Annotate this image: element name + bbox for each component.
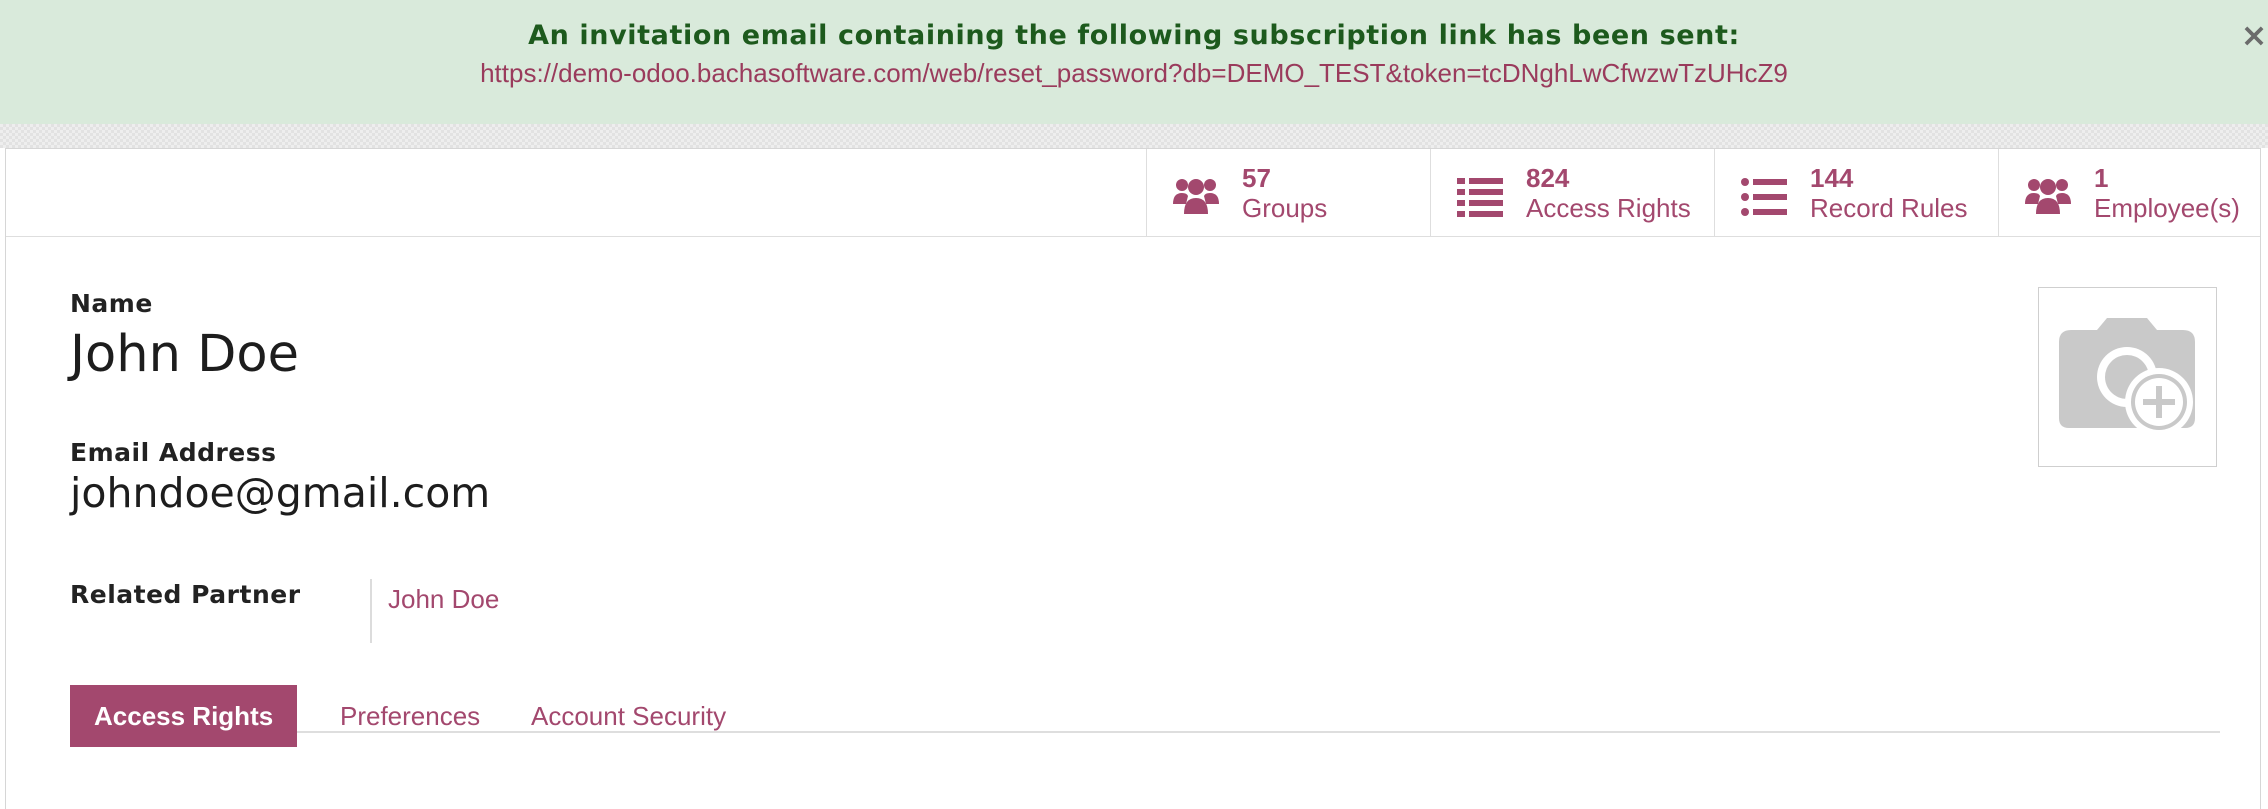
groups-label: Groups <box>1242 193 1328 223</box>
access-rights-label: Access Rights <box>1526 193 1691 223</box>
tab-preferences[interactable]: Preferences <box>340 685 480 747</box>
list-icon <box>1741 178 1787 216</box>
record-rules-button[interactable]: 144 Record Rules <box>1714 149 1999 236</box>
record-rules-count: 144 <box>1810 163 1854 193</box>
name-label: Name <box>70 289 153 318</box>
alert-message: An invitation email containing the follo… <box>528 20 1740 51</box>
email-value[interactable]: johndoe@gmail.com <box>70 469 490 517</box>
email-label: Email Address <box>70 438 277 467</box>
camera-plus-icon <box>2059 318 2195 436</box>
name-value[interactable]: John Doe <box>70 325 299 384</box>
employees-button[interactable]: 1 Employee(s) <box>1998 149 2268 236</box>
groups-button[interactable]: 57 Groups <box>1146 149 1431 236</box>
related-partner-label: Related Partner <box>70 580 301 609</box>
separator-band <box>0 124 2268 148</box>
form-tabs: Access Rights Preferences Account Securi… <box>70 685 2220 747</box>
employees-label: Employee(s) <box>2094 193 2240 223</box>
close-icon[interactable]: × <box>2240 19 2268 51</box>
employees-count: 1 <box>2094 163 2109 193</box>
list-icon <box>1457 178 1503 217</box>
groups-count: 57 <box>1242 163 1271 193</box>
user-form-sheet: 57 Groups 824 Access Rights 144 Record R… <box>5 148 2261 809</box>
tab-access-rights[interactable]: Access Rights <box>70 685 298 747</box>
invitation-alert: An invitation email containing the follo… <box>0 0 2268 125</box>
related-partner-link[interactable]: John Doe <box>388 584 499 615</box>
users-icon <box>2025 179 2071 214</box>
invitation-link[interactable]: https://demo-odoo.bachasoftware.com/web/… <box>0 58 2268 89</box>
tab-account-security[interactable]: Account Security <box>531 685 726 747</box>
avatar-upload[interactable] <box>2038 287 2217 467</box>
field-divider <box>370 579 372 643</box>
users-icon <box>1173 179 1219 214</box>
record-rules-label: Record Rules <box>1810 193 1968 223</box>
stat-button-box: 57 Groups 824 Access Rights 144 Record R… <box>6 149 2260 237</box>
access-rights-count: 824 <box>1526 163 1570 193</box>
access-rights-button[interactable]: 824 Access Rights <box>1430 149 1715 236</box>
